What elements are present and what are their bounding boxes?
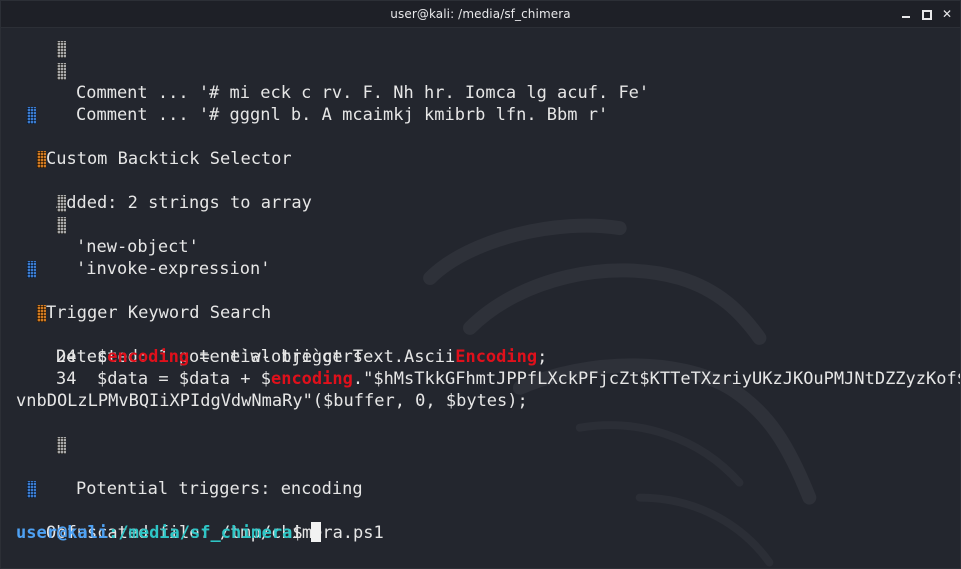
gray-bullet-icon: [57, 437, 66, 454]
window-title: user@kali: /media/sf_chimera: [390, 7, 571, 21]
gray-bullet-icon: [57, 41, 66, 58]
added-strings-text: Added: 2 strings to array: [56, 193, 312, 213]
detected-line: Detected: 1 potential triggers: [1, 302, 363, 367]
text-cursor: [310, 522, 321, 542]
keyword-highlight: Encoding: [455, 347, 538, 367]
code-line-34-wrap: vnbDOLzLPMvBQIiXPIdgVdwNmaRy"($buffer, 0…: [16, 390, 528, 412]
section-header-backtick: Custom Backtick Selector: [1, 104, 292, 169]
blue-bullet-icon: [27, 107, 36, 124]
section-title: Custom Backtick Selector: [46, 149, 292, 169]
line-number: 24: [56, 347, 77, 367]
blue-bullet-icon: [27, 261, 36, 278]
array-item-text: 'new-object': [76, 237, 199, 257]
comment-text: Comment ... '# gggnl b. A mcaimkj kmibrb…: [76, 105, 609, 125]
blue-bullet-icon: [27, 481, 36, 498]
obfuscated-file-line: Obfuscated file: /tmp/chimera.ps1: [1, 478, 384, 543]
gray-bullet-icon: [57, 217, 66, 234]
code-fragment: ."$hMsTkkGFhmtJPPfLXckPFjcZt$KTTeTXzriyU…: [352, 369, 960, 389]
orange-bullet-icon: [37, 305, 46, 322]
maximize-icon: [922, 10, 932, 20]
array-item-text: 'invoke-expression': [76, 259, 271, 279]
close-icon: ✕: [941, 7, 953, 21]
gray-bullet-icon: [57, 195, 66, 212]
keyword-highlight: encoding: [270, 369, 353, 389]
comment-line-1: Comment ... '# mi eck c rv. F. Nh hr. Io…: [1, 38, 649, 103]
added-strings-line: Added: 2 strings to array: [1, 148, 312, 213]
keyword-highlight: encoding: [107, 347, 190, 367]
code-line-34: 34 $data = $data + $encoding."$hMsTkkGFh…: [56, 368, 960, 390]
minimize-button[interactable]: [898, 6, 914, 22]
code-line-24: 24 $encoding = ne`w-obje`ct Text.AsciiEn…: [56, 346, 547, 368]
code-fragment: $data = $data + $: [96, 369, 271, 389]
code-fragment: = ne`w-obje`ct Text.Ascii: [189, 347, 456, 367]
gray-bullet-icon: [57, 63, 66, 80]
terminal-output[interactable]: Comment ... '# mi eck c rv. F. Nh hr. Io…: [1, 28, 960, 568]
title-bar[interactable]: user@kali: /media/sf_chimera ✕: [1, 1, 960, 28]
comment-line-2: Comment ... '# gggnl b. A mcaimkj kmibrb…: [1, 60, 608, 125]
prompt-symbol: $: [292, 523, 303, 543]
code-fragment: $: [96, 347, 108, 367]
maximize-button[interactable]: [918, 6, 934, 22]
potential-triggers-line: Potential triggers: encoding: [1, 434, 363, 499]
section-header-trigger: Trigger Keyword Search: [1, 258, 271, 323]
array-item: 'new-object': [1, 192, 199, 257]
close-button[interactable]: ✕: [939, 6, 955, 22]
section-title: Trigger Keyword Search: [46, 303, 272, 323]
prompt-user: user@kali: [16, 523, 109, 543]
code-fragment: ;: [537, 347, 548, 367]
terminal-window: user@kali: /media/sf_chimera ✕ Comment .…: [0, 0, 961, 569]
orange-bullet-icon: [37, 151, 46, 168]
comment-text: Comment ... '# mi eck c rv. F. Nh hr. Io…: [76, 83, 650, 103]
prompt-path: :/media/sf_chimera: [108, 523, 293, 543]
array-item: 'invoke-expression': [1, 214, 270, 279]
minimize-icon: [902, 16, 910, 18]
potential-triggers-text: Potential triggers: encoding: [76, 479, 363, 499]
code-fragment: vnbDOLzLPMvBQIiXPIdgVdwNmaRy"($buffer, 0…: [16, 391, 528, 411]
shell-prompt[interactable]: user@kali:/media/sf_chimera$: [16, 522, 321, 544]
line-number: 34: [56, 369, 77, 389]
